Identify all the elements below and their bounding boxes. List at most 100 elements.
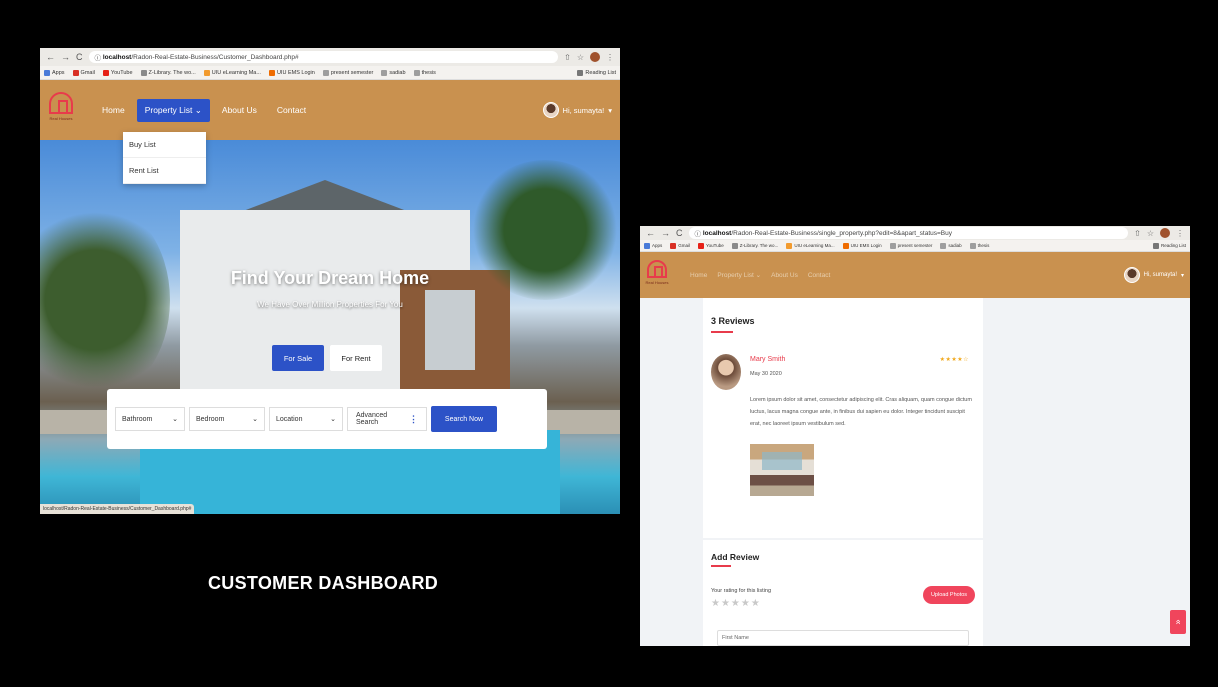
reload-icon[interactable]: C: [76, 52, 83, 62]
address-bar[interactable]: ⓘ localhost /Radon-Real-Estate-Business/…: [88, 51, 559, 63]
nav-property-list[interactable]: Property List ⌄: [136, 98, 210, 122]
forward-icon[interactable]: →: [661, 228, 670, 238]
bookmark-youtube[interactable]: YouTube: [698, 242, 724, 249]
nav-contact[interactable]: Contact: [269, 99, 314, 121]
advanced-search-button[interactable]: Advanced Search ⋮: [347, 407, 427, 431]
user-menu[interactable]: Hi, sumayta! ▾: [542, 102, 612, 118]
reload-icon[interactable]: C: [676, 228, 683, 238]
nav-property-list[interactable]: Property List ⌄: [717, 271, 761, 279]
bookmark-sadiab[interactable]: sadiab: [381, 69, 406, 76]
bookmark-gmail[interactable]: Gmail: [72, 69, 95, 76]
nav-home[interactable]: Home: [690, 272, 707, 279]
nav-contact[interactable]: Contact: [808, 272, 830, 279]
nav-home[interactable]: Home: [94, 99, 133, 121]
reading-list[interactable]: Reading List: [577, 69, 616, 76]
for-rent-button[interactable]: For Rent: [330, 345, 382, 371]
avatar: [542, 102, 559, 118]
apps-icon: [44, 69, 50, 76]
folder-icon: [322, 69, 329, 76]
bookmarks-bar: Apps Gmail YouTube Z-Library. The wo... …: [40, 66, 620, 80]
chevron-down-icon: ⌄: [172, 416, 178, 423]
site-navbar: Real Houses Home Property List ⌄ About U…: [40, 80, 620, 140]
title-underline: [711, 565, 731, 567]
bookmark-youtube[interactable]: YouTube: [102, 69, 133, 76]
nav-about-us[interactable]: About Us: [771, 272, 798, 279]
status-bar-url: localhost/Radon-Real-Estate-Business/Cus…: [40, 504, 195, 514]
url-host: localhost: [702, 229, 732, 237]
back-icon[interactable]: ←: [46, 52, 55, 62]
caret-down-icon: ▾: [1180, 272, 1184, 279]
ems-icon: [842, 242, 849, 249]
hero-title: Find Your Dream Home: [230, 268, 430, 288]
menu-dots-icon[interactable]: ⋮: [606, 53, 614, 62]
add-review-card: Add Review Your rating for this listing …: [703, 540, 983, 646]
hero-banner: Find Your Dream Home We Have Over Millio…: [40, 140, 620, 514]
address-bar[interactable]: ⓘ localhost /Radon-Real-Estate-Business/…: [688, 227, 1129, 239]
reading-list[interactable]: Reading List: [1152, 242, 1186, 249]
location-select[interactable]: Location ⌄: [269, 407, 343, 431]
nav-about-us[interactable]: About Us: [214, 99, 265, 121]
reviewer-avatar: [711, 354, 741, 390]
folder-icon: [381, 69, 388, 76]
search-now-button[interactable]: Search Now: [431, 406, 497, 432]
share-icon[interactable]: ⇧: [564, 53, 571, 62]
gmail-icon: [72, 69, 79, 76]
bookmark-uiu-elearning[interactable]: UIU eLearning Ma...: [786, 242, 835, 249]
zlibrary-icon: [140, 69, 147, 76]
bookmark-zlibrary[interactable]: Z-Library. The wo...: [140, 69, 196, 76]
customer-dashboard-screenshot: ← → C ⓘ localhost /Radon-Real-Estate-Bus…: [40, 48, 620, 514]
share-icon[interactable]: ⇧: [1134, 229, 1141, 238]
folder-icon: [889, 242, 896, 249]
info-icon: ⓘ: [694, 231, 703, 238]
reviews-title: 3 Reviews: [711, 316, 755, 326]
scroll-to-top-button[interactable]: »: [1170, 610, 1186, 634]
bathroom-select[interactable]: Bathroom ⌄: [115, 407, 185, 431]
chevron-down-icon: ⌄: [252, 416, 258, 423]
user-menu[interactable]: Hi, sumayta! ▾: [1123, 267, 1184, 283]
logo[interactable]: Real Houses: [646, 260, 668, 290]
bookmark-present-semester[interactable]: present semester: [322, 69, 373, 76]
bookmark-thesis[interactable]: thesis: [969, 242, 989, 249]
info-icon: ⓘ: [94, 55, 103, 62]
chevron-down-icon: ⌄: [330, 416, 336, 423]
bookmark-gmail[interactable]: Gmail: [670, 242, 690, 249]
profile-avatar[interactable]: [590, 52, 600, 62]
bookmarks-bar: Apps Gmail YouTube Z-Library. The wo... …: [640, 240, 1190, 252]
star-icon[interactable]: ☆: [577, 53, 584, 62]
forward-icon[interactable]: →: [61, 52, 70, 62]
youtube-icon: [102, 69, 109, 76]
reviews-card: 3 Reviews Mary Smith May 30 2020 ★★★★☆ L…: [703, 298, 983, 538]
dropdown-buy-list[interactable]: Buy List: [123, 132, 206, 158]
browser-toolbar: ← → C ⓘ localhost /Radon-Real-Estate-Bus…: [40, 48, 620, 66]
bookmark-apps[interactable]: Apps: [644, 242, 662, 249]
bookmark-uiu-elearning[interactable]: UIU eLearning Ma...: [203, 69, 261, 76]
reviewer-name[interactable]: Mary Smith: [750, 356, 785, 363]
reading-list-icon: [1152, 242, 1159, 249]
star-icon[interactable]: ☆: [1147, 229, 1154, 238]
bedroom-select[interactable]: Bedroom ⌄: [189, 407, 265, 431]
rating-stars-input[interactable]: ★★★★★: [711, 598, 761, 609]
review-photo[interactable]: [750, 444, 814, 496]
apps-icon: [644, 242, 650, 249]
first-name-field[interactable]: First Name: [717, 630, 969, 646]
bookmark-thesis[interactable]: thesis: [413, 69, 436, 76]
review-text: Lorem ipsum dolor sit amet, consectetur …: [750, 397, 972, 427]
gmail-icon: [670, 242, 677, 249]
double-chevron-up-icon: »: [1172, 619, 1183, 625]
bookmark-uiu-ems[interactable]: UIU EMS Login: [842, 242, 882, 249]
bookmark-sadiab[interactable]: sadiab: [940, 242, 962, 249]
bookmark-zlibrary[interactable]: Z-Library. The wo...: [731, 242, 778, 249]
bookmark-present-semester[interactable]: present semester: [889, 242, 932, 249]
profile-avatar[interactable]: [1160, 228, 1170, 238]
folder-icon: [413, 69, 420, 76]
menu-dots-icon[interactable]: ⋮: [1176, 229, 1184, 238]
bookmark-uiu-ems[interactable]: UIU EMS Login: [268, 69, 315, 76]
caret-down-icon: ▾: [608, 105, 612, 115]
logo[interactable]: Real Houses: [48, 92, 74, 128]
for-sale-button[interactable]: For Sale: [272, 345, 324, 371]
dropdown-rent-list[interactable]: Rent List: [123, 158, 206, 184]
back-icon[interactable]: ←: [646, 228, 655, 238]
slide: ← → C ⓘ localhost /Radon-Real-Estate-Bus…: [0, 0, 1218, 687]
bookmark-apps[interactable]: Apps: [44, 69, 65, 76]
upload-photos-button[interactable]: Upload Photos: [923, 586, 975, 604]
